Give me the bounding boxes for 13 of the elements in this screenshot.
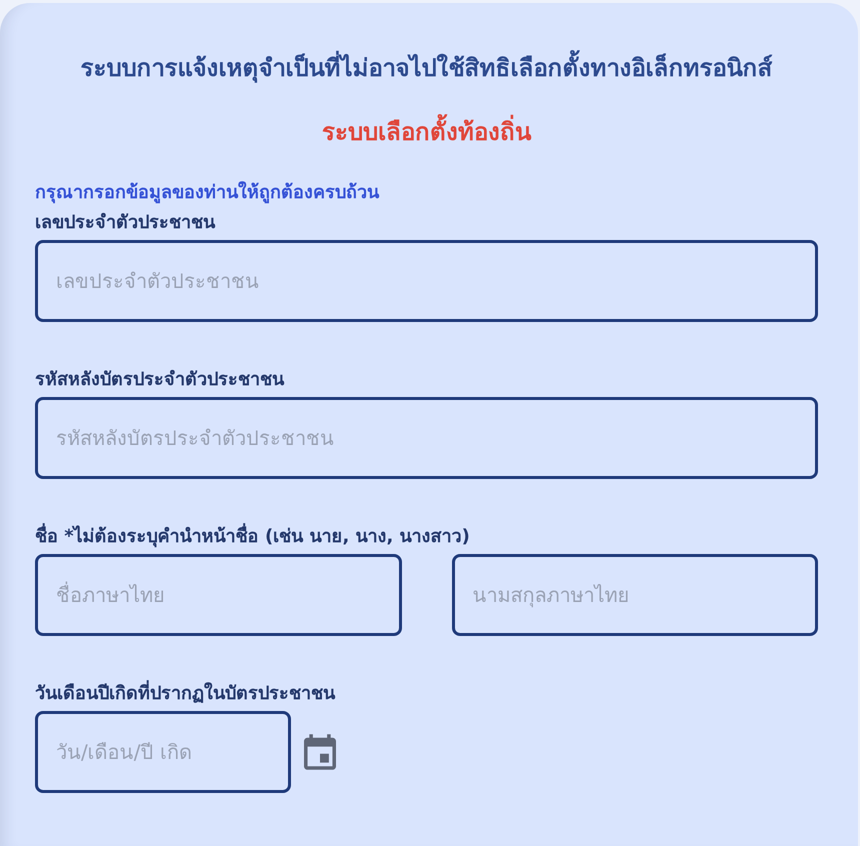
input-field[interactable]: นามสกุลภาษาไทย: [452, 554, 818, 636]
field-label: เลขประจำตัวประชาชน: [35, 211, 215, 235]
page-title: ระบบการแจ้งเหตุจำเป็นที่ไม่อาจไปใช้สิทธิเลือกตั้งทางอิเล็กทรอนิกส์: [80, 51, 772, 85]
input-field[interactable]: เลขประจำตัวประชาชน: [35, 240, 818, 322]
input-field[interactable]: รหัสหลังบัตรประจำตัวประชาชน: [35, 397, 818, 479]
field-label: รหัสหลังบัตรประจำตัวประชาชน: [35, 368, 284, 392]
field-label: วันเดือนปีเกิดที่ปรากฏในบัตรประชาชน: [35, 682, 335, 706]
page-subtitle: ระบบเลือกตั้งท้องถิ่น: [322, 115, 531, 149]
input-field[interactable]: วัน/เดือน/ปี เกิด: [35, 711, 291, 793]
calendar-icon[interactable]: [304, 734, 336, 770]
field-label: ชื่อ *ไม่ต้องระบุคำนำหน้าชื่อ (เช่น นาย, นาง, นางสาว): [35, 525, 470, 549]
instruction-text: กรุณากรอกข้อมูลของท่านให้ถูกต้องครบถ้วน: [35, 181, 379, 205]
input-field[interactable]: ชื่อภาษาไทย: [35, 554, 402, 636]
